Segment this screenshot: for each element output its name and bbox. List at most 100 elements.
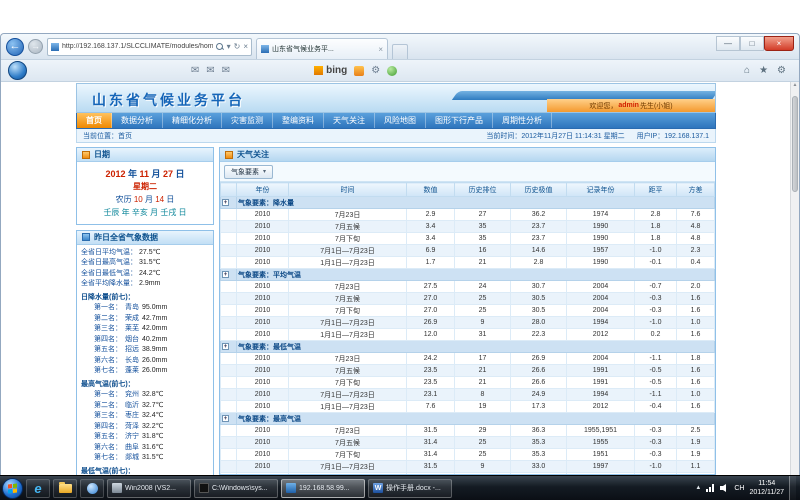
station-name: 长岛 <box>125 356 139 367</box>
language-indicator[interactable]: CH <box>734 485 744 492</box>
page-favicon <box>51 43 59 51</box>
station-name: 青岛 <box>125 303 139 314</box>
nav-item-1[interactable]: 首页 <box>77 113 112 128</box>
nav-item-5[interactable]: 整编资料 <box>273 113 324 128</box>
nav-item-2[interactable]: 数据分析 <box>112 113 163 128</box>
data-row[interactable]: 20101月1日—7月23日1.7212.81990-0.10.4 <box>221 257 715 269</box>
url-text: http://192.168.137.1/SLCCLIMATE/modules/… <box>62 43 213 50</box>
data-row[interactable]: 20107月下旬27.02530.52004-0.31.6 <box>221 305 715 317</box>
scroll-up-icon[interactable]: ▲ <box>791 82 799 88</box>
taskbar-window-button-1[interactable]: Win2008 (VS2... <box>107 479 191 498</box>
data-row[interactable]: 20107月下旬23.52126.61991-0.51.6 <box>221 377 715 389</box>
taskbar-clock[interactable]: 11:54 2012/11/27 <box>749 479 784 497</box>
username: admin <box>618 102 639 109</box>
nav-item-6[interactable]: 天气关注 <box>324 113 375 128</box>
main-navigation: 首页数据分析精细化分析灾害监测整编资料天气关注风险地图图形下行产品周期性分析 <box>76 113 716 129</box>
nav-item-7[interactable]: 风险地图 <box>375 113 426 128</box>
status-user-ip: 用户IP：192.168.137.1 <box>637 131 709 141</box>
taskbar-window-button-2[interactable]: C:\Windows\sys... <box>194 479 278 498</box>
rank-value: 95.0mm <box>142 303 167 314</box>
new-tab-button[interactable] <box>392 44 408 59</box>
scrollbar-thumb[interactable] <box>792 96 798 192</box>
home-icon[interactable]: ⌂ <box>744 65 750 76</box>
envelope-icon[interactable]: ✉ <box>191 66 199 76</box>
data-row[interactable]: 20107月1日—7月23日23.1824.91994-1.11.0 <box>221 389 715 401</box>
col-header: 数值 <box>407 183 455 197</box>
nav-item-9[interactable]: 周期性分析 <box>493 113 552 128</box>
address-bar[interactable]: http://192.168.137.1/SLCCLIMATE/modules/… <box>47 38 252 56</box>
station-name: 兖州 <box>125 390 139 401</box>
taskbar-window-button-4[interactable]: W操作手册.docx -... <box>368 479 452 498</box>
ranking-item: 第四名：菏泽32.2℃ <box>81 422 209 433</box>
section-row[interactable]: +气象要素：最低气温 <box>221 341 715 353</box>
expand-icon[interactable]: + <box>222 199 229 206</box>
page-scrollbar[interactable]: ▲ <box>790 82 799 475</box>
nav-item-4[interactable]: 灾害监测 <box>222 113 273 128</box>
minimize-button[interactable]: — <box>716 36 740 51</box>
data-row[interactable]: 20107月1日—7月23日6.91614.61957-1.02.3 <box>221 245 715 257</box>
stamp-icon[interactable]: ✉ <box>222 66 230 76</box>
data-row[interactable]: 20107月五候27.02530.52004-0.31.6 <box>221 293 715 305</box>
data-row[interactable]: 20107月1日—7月23日26.9928.01994-1.01.0 <box>221 317 715 329</box>
browser-window: ← → http://192.168.137.1/SLCCLIMATE/modu… <box>0 33 800 475</box>
data-row[interactable]: 20107月1日—7月23日31.5933.01997-1.01.1 <box>221 461 715 473</box>
taskbar-media-icon[interactable] <box>80 479 104 498</box>
tray-expand-icon[interactable]: ▲ <box>695 485 701 491</box>
element-filter-button[interactable]: 气象要素 ▾ <box>224 165 273 179</box>
browser-back-button[interactable]: ← <box>6 38 24 56</box>
section-row[interactable]: +气象要素：降水量 <box>221 197 715 209</box>
yesterday-data-panel: 昨日全省气象数据 全省日平均气温：27.5℃全省日最高气温：31.5℃全省日最低… <box>76 230 214 475</box>
data-row[interactable]: 20107月23日31.52936.31955,1951-0.32.5 <box>221 425 715 437</box>
rank-value: 38.9mm <box>142 345 167 356</box>
section-row[interactable]: +气象要素：平均气温 <box>221 269 715 281</box>
rank-value: 42.0mm <box>142 324 167 335</box>
browser-navigation-bar: ← → http://192.168.137.1/SLCCLIMATE/modu… <box>1 34 799 60</box>
refresh-icon[interactable]: ↻ <box>234 42 241 51</box>
expand-icon[interactable]: + <box>222 271 229 278</box>
nav-item-8[interactable]: 图形下行产品 <box>426 113 493 128</box>
data-row[interactable]: 20107月23日27.52430.72004-0.72.0 <box>221 281 715 293</box>
settings-gear-icon[interactable]: ⚙ <box>777 65 786 76</box>
section-row[interactable]: +气象要素：最高气温 <box>221 413 715 425</box>
favorites-star-icon[interactable]: ★ <box>759 65 768 76</box>
rank-value: 32.2℃ <box>142 422 164 433</box>
taskbar-explorer-icon[interactable] <box>53 479 77 498</box>
show-desktop-button[interactable] <box>789 476 796 500</box>
data-row[interactable]: 20107月五候31.42535.31955-0.31.9 <box>221 437 715 449</box>
start-button[interactable] <box>2 478 23 499</box>
nav-item-3[interactable]: 精细化分析 <box>163 113 222 128</box>
orange-app-icon[interactable] <box>354 66 364 76</box>
tab-close-icon[interactable]: × <box>378 45 383 54</box>
volume-icon[interactable] <box>720 484 729 492</box>
data-row[interactable]: 20107月下旬3.43523.719901.84.8 <box>221 233 715 245</box>
round-glossy-button[interactable] <box>8 61 27 80</box>
expand-icon[interactable]: + <box>222 415 229 422</box>
expand-icon[interactable]: + <box>222 343 229 350</box>
ranking-item: 第三名：莱芜42.0mm <box>81 324 209 335</box>
data-row[interactable]: 20107月23日24.21726.92004-1.11.8 <box>221 353 715 365</box>
browser-tab[interactable]: 山东省气候业务平... × <box>256 38 388 59</box>
close-button[interactable]: × <box>764 36 794 51</box>
search-icon[interactable] <box>216 43 224 51</box>
taskbar-window-button-3[interactable]: 192.168.58.99... <box>281 479 365 498</box>
browser-forward-button[interactable]: → <box>28 39 43 54</box>
data-row[interactable]: 20101月1日—7月23日7.61917.32012-0.41.6 <box>221 401 715 413</box>
data-row[interactable]: 20107月23日2.92736.219742.87.6 <box>221 209 715 221</box>
data-row[interactable]: 20107月五候23.52126.61991-0.51.6 <box>221 365 715 377</box>
data-row[interactable]: 20107月下旬31.42535.31951-0.31.9 <box>221 449 715 461</box>
taskbar-ie-icon[interactable]: e <box>26 479 50 498</box>
maximize-button[interactable]: □ <box>740 36 764 51</box>
stat-row: 全省日最高气温：31.5℃ <box>81 258 209 269</box>
green-app-icon[interactable] <box>387 66 397 76</box>
bing-logo[interactable]: bing <box>314 65 347 76</box>
data-row[interactable]: 20107月五候3.43523.719901.84.8 <box>221 221 715 233</box>
data-row[interactable]: 20101月1日—7月23日12.03122.320120.21.6 <box>221 329 715 341</box>
ranking-item: 第二名：临沂32.7℃ <box>81 401 209 412</box>
stop-icon[interactable]: × <box>243 42 248 51</box>
station-name: 郯城 <box>125 453 139 464</box>
network-icon[interactable] <box>706 484 715 492</box>
envelope-icon-2[interactable]: ✉ <box>206 66 214 76</box>
ranking-group-title: 日降水量(前七)： <box>81 293 209 304</box>
gears-icon[interactable]: ⚙ <box>371 66 380 76</box>
address-dropdown-icon[interactable]: ▾ <box>227 42 231 51</box>
